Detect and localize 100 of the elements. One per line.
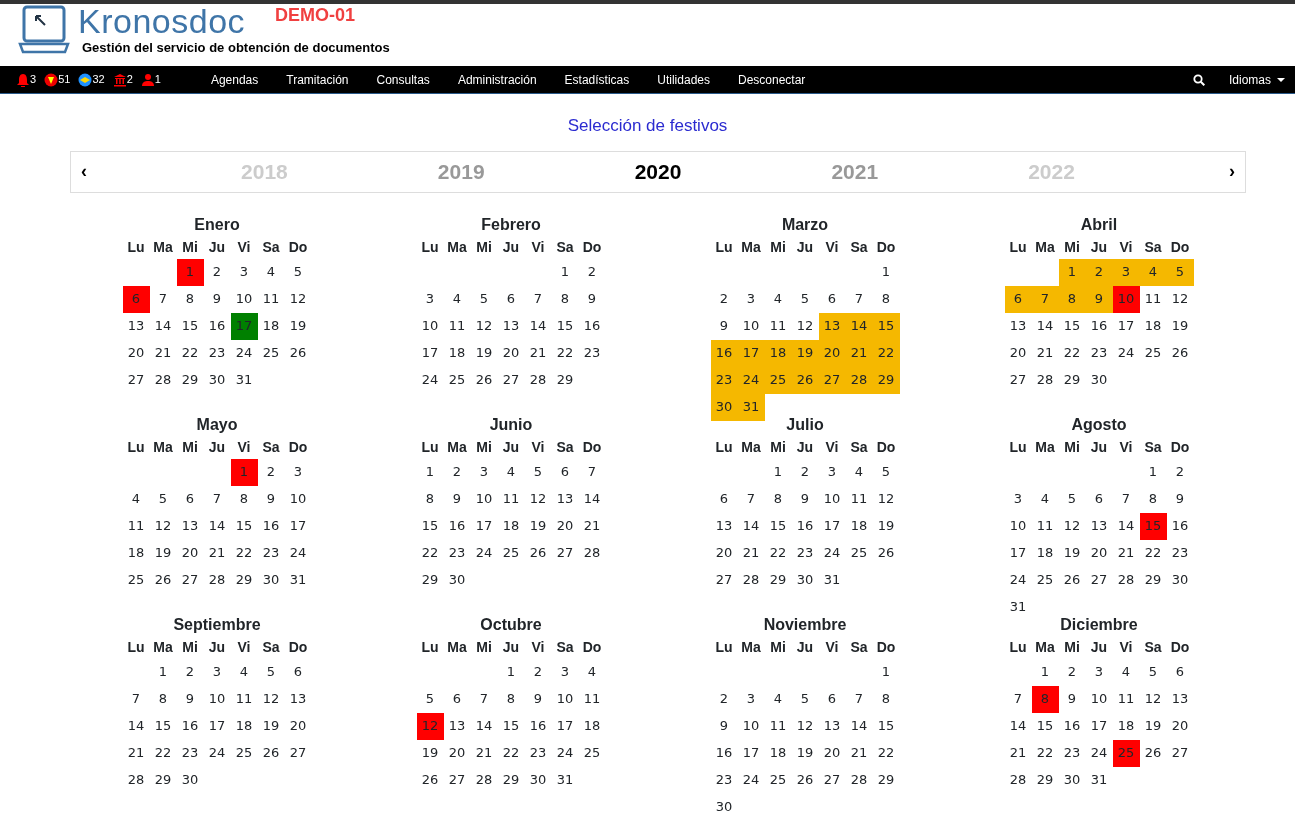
- day-cell[interactable]: 30: [203, 366, 231, 394]
- day-cell[interactable]: 17: [1004, 539, 1032, 567]
- day-cell[interactable]: 10: [1085, 685, 1113, 713]
- day-cell[interactable]: 19: [149, 539, 177, 567]
- day-cell[interactable]: 26: [284, 339, 312, 367]
- day-cell[interactable]: 10: [284, 485, 312, 513]
- day-cell[interactable]: 25: [122, 566, 150, 594]
- day-cell[interactable]: 6: [443, 685, 471, 713]
- day-cell[interactable]: 16: [578, 312, 606, 340]
- day-cell[interactable]: 17: [1112, 312, 1140, 340]
- day-cell[interactable]: 28: [470, 766, 498, 794]
- day-cell[interactable]: 27: [818, 766, 846, 794]
- day-cell[interactable]: 7: [1031, 285, 1059, 313]
- day-cell[interactable]: 7: [470, 685, 498, 713]
- day-cell[interactable]: 7: [737, 485, 765, 513]
- day-cell[interactable]: 26: [524, 539, 552, 567]
- day-cell[interactable]: 17: [284, 512, 312, 540]
- day-cell[interactable]: 16: [1166, 512, 1194, 540]
- menu-link[interactable]: Utilidades: [643, 70, 724, 89]
- day-cell[interactable]: 3: [818, 458, 846, 486]
- menu-link[interactable]: Desconectar: [724, 70, 820, 89]
- day-cell[interactable]: 7: [1112, 485, 1140, 513]
- day-cell[interactable]: 6: [818, 285, 846, 313]
- day-cell[interactable]: 5: [257, 658, 285, 686]
- day-cell[interactable]: 7: [524, 285, 552, 313]
- day-cell[interactable]: 16: [176, 712, 204, 740]
- day-cell[interactable]: 26: [416, 766, 444, 794]
- day-cell[interactable]: 17: [416, 339, 444, 367]
- day-cell[interactable]: 2: [710, 685, 738, 713]
- day-cell[interactable]: 12: [1139, 685, 1167, 713]
- day-cell[interactable]: 10: [551, 685, 579, 713]
- day-cell[interactable]: 10: [737, 712, 765, 740]
- day-cell[interactable]: 6: [284, 658, 312, 686]
- day-cell[interactable]: 26: [1139, 739, 1167, 767]
- day-cell[interactable]: 12: [416, 712, 444, 740]
- day-cell[interactable]: 24: [737, 766, 765, 794]
- day-cell[interactable]: 6: [710, 485, 738, 513]
- languages-dropdown[interactable]: Idiomas: [1228, 70, 1287, 89]
- day-cell[interactable]: 3: [470, 458, 498, 486]
- day-cell[interactable]: 4: [122, 485, 150, 513]
- day-cell[interactable]: 22: [872, 739, 900, 767]
- day-cell[interactable]: 29: [872, 766, 900, 794]
- day-cell[interactable]: 5: [872, 458, 900, 486]
- day-cell[interactable]: 12: [257, 685, 285, 713]
- menu-link[interactable]: Agendas: [196, 70, 273, 89]
- day-cell[interactable]: 14: [737, 512, 765, 540]
- day-cell[interactable]: 1: [872, 658, 900, 686]
- day-cell[interactable]: 28: [1031, 366, 1059, 394]
- day-cell[interactable]: 12: [1058, 512, 1086, 540]
- day-cell[interactable]: 23: [1058, 739, 1086, 767]
- day-cell[interactable]: 12: [791, 312, 819, 340]
- day-cell[interactable]: 30: [176, 766, 204, 794]
- day-cell[interactable]: 15: [764, 512, 792, 540]
- day-cell[interactable]: 11: [578, 685, 606, 713]
- day-cell[interactable]: 24: [1112, 339, 1140, 367]
- day-cell[interactable]: 31: [818, 566, 846, 594]
- day-cell[interactable]: 28: [1004, 766, 1032, 794]
- day-cell[interactable]: 14: [149, 312, 177, 340]
- day-cell[interactable]: 20: [710, 539, 738, 567]
- day-cell[interactable]: 28: [845, 766, 873, 794]
- day-cell[interactable]: 18: [764, 339, 792, 367]
- day-cell[interactable]: 13: [1166, 685, 1194, 713]
- day-cell[interactable]: 18: [122, 539, 150, 567]
- day-cell[interactable]: 19: [1166, 312, 1194, 340]
- day-cell[interactable]: 26: [872, 539, 900, 567]
- day-cell[interactable]: 18: [497, 512, 525, 540]
- day-cell[interactable]: 28: [122, 766, 150, 794]
- day-cell[interactable]: 27: [551, 539, 579, 567]
- day-cell[interactable]: 30: [524, 766, 552, 794]
- day-cell[interactable]: 29: [497, 766, 525, 794]
- day-cell[interactable]: 24: [416, 366, 444, 394]
- day-cell[interactable]: 24: [230, 339, 258, 367]
- day-cell[interactable]: 15: [497, 712, 525, 740]
- day-cell[interactable]: 27: [284, 739, 312, 767]
- day-cell[interactable]: 7: [845, 285, 873, 313]
- day-cell[interactable]: 22: [497, 739, 525, 767]
- day-cell[interactable]: 23: [1166, 539, 1194, 567]
- day-cell[interactable]: 13: [1004, 312, 1032, 340]
- day-cell[interactable]: 24: [203, 739, 231, 767]
- day-cell[interactable]: 1: [176, 258, 204, 286]
- day-cell[interactable]: 25: [1139, 339, 1167, 367]
- day-cell[interactable]: 8: [764, 485, 792, 513]
- day-cell[interactable]: 1: [149, 658, 177, 686]
- day-cell[interactable]: 23: [257, 539, 285, 567]
- day-cell[interactable]: 14: [1004, 712, 1032, 740]
- day-cell[interactable]: 14: [470, 712, 498, 740]
- day-cell[interactable]: 15: [176, 312, 204, 340]
- day-cell[interactable]: 9: [791, 485, 819, 513]
- day-cell[interactable]: 25: [257, 339, 285, 367]
- day-cell[interactable]: 17: [203, 712, 231, 740]
- day-cell[interactable]: 17: [1085, 712, 1113, 740]
- day-cell[interactable]: 10: [416, 312, 444, 340]
- day-cell[interactable]: 31: [1085, 766, 1113, 794]
- day-cell[interactable]: 6: [497, 285, 525, 313]
- day-cell[interactable]: 31: [551, 766, 579, 794]
- day-cell[interactable]: 31: [230, 366, 258, 394]
- day-cell[interactable]: 9: [1166, 485, 1194, 513]
- day-cell[interactable]: 13: [710, 512, 738, 540]
- day-cell[interactable]: 7: [578, 458, 606, 486]
- day-cell[interactable]: 5: [1166, 258, 1194, 286]
